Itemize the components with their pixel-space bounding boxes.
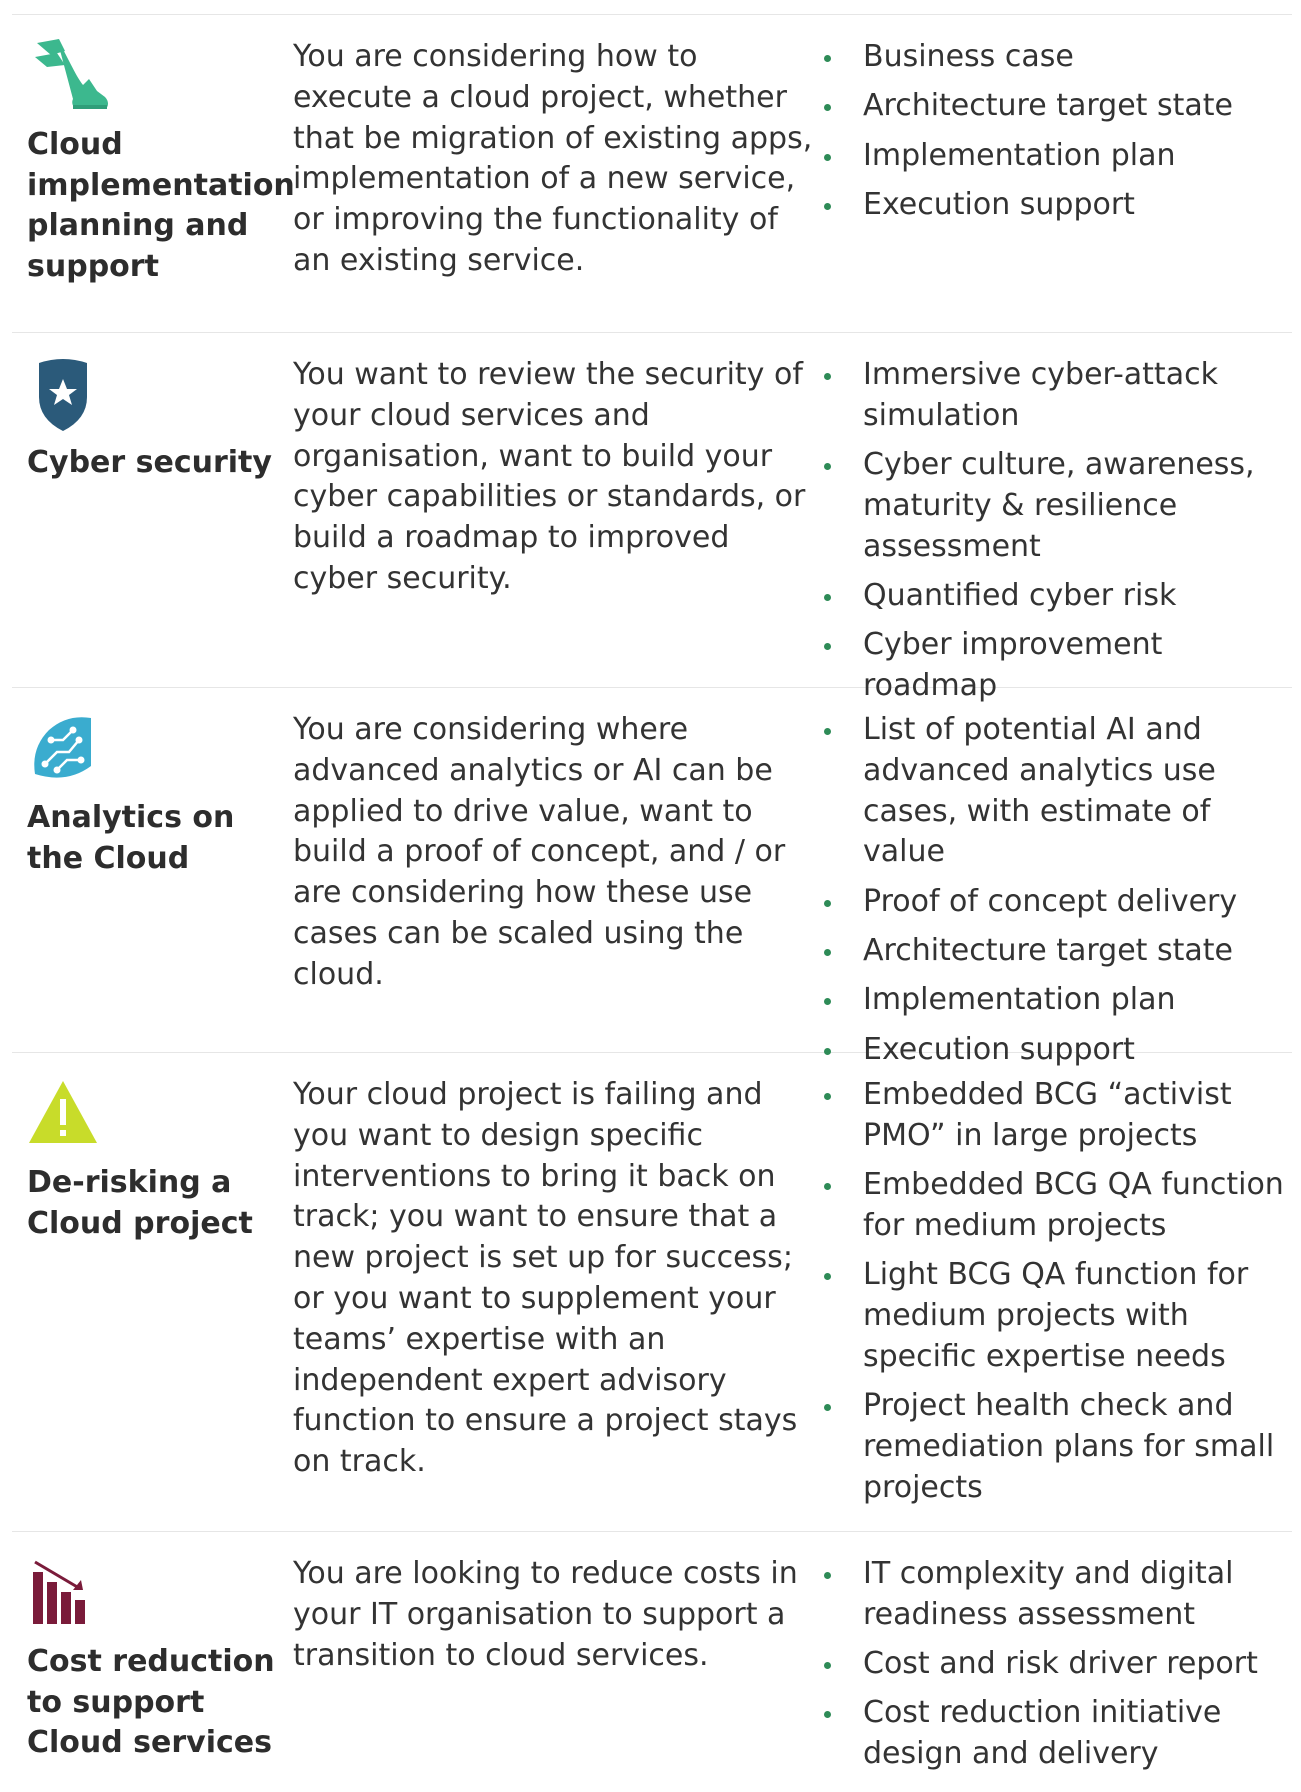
list-item: Project health check and remediation pla… — [816, 1386, 1292, 1508]
service-description: You are considering how to execute a clo… — [293, 39, 813, 278]
service-row-cyber-security: Cyber security You want to review the se… — [12, 333, 1292, 703]
list-item: Embedded BCG “activist PMO” in large pro… — [816, 1075, 1292, 1157]
service-title: Cyber security — [27, 445, 272, 480]
list-item: Execution support — [816, 185, 1292, 226]
service-title: Cost reduction to support Cloud services — [27, 1644, 275, 1760]
services-table: Cloud implementation planning and suppor… — [12, 14, 1292, 1777]
service-description: You are looking to reduce costs in your … — [293, 1556, 798, 1673]
list-item: Proof of concept delivery — [816, 882, 1292, 923]
service-row-cloud-implementation: Cloud implementation planning and suppor… — [12, 15, 1292, 333]
service-row-de-risking: De-risking a Cloud project Your cloud pr… — [12, 1053, 1292, 1532]
list-item: Implementation plan — [816, 980, 1292, 1021]
list-item: Execution support — [816, 1030, 1292, 1071]
deliverables-list: Business case Architecture target state … — [816, 37, 1292, 226]
list-item: Cyber improvement roadmap — [816, 625, 1292, 707]
list-item: Architecture target state — [816, 931, 1292, 972]
list-item: Quantified cyber risk — [816, 576, 1292, 617]
service-title: Analytics on the Cloud — [27, 800, 235, 876]
service-heading-cell: Cloud implementation planning and suppor… — [12, 15, 295, 332]
list-item: IT complexity and digital readiness asse… — [816, 1554, 1292, 1636]
list-item: Immersive cyber-attack simulation — [816, 355, 1292, 437]
list-item: List of potential AI and advanced analyt… — [816, 710, 1292, 873]
service-heading-cell: Cyber security — [12, 333, 276, 687]
service-description: You are considering where advanced analy… — [293, 712, 786, 992]
service-heading-cell: Cost reduction to support Cloud services — [12, 1532, 276, 1777]
list-item: Cost and risk driver report — [816, 1644, 1292, 1685]
declining-bar-chart-icon — [33, 1560, 85, 1624]
deliverables-cell: Embedded BCG “activist PMO” in large pro… — [816, 1053, 1292, 1531]
deliverables-cell: List of potential AI and advanced analyt… — [816, 688, 1292, 1067]
list-item: Cost reduction initiative design and del… — [816, 1693, 1292, 1775]
service-title: De-risking a Cloud project — [27, 1165, 253, 1241]
deliverables-cell: Immersive cyber-attack simulation Cyber … — [816, 333, 1292, 703]
warning-triangle-icon — [29, 1081, 97, 1143]
list-item: Implementation plan — [816, 136, 1292, 177]
circuit-brain-icon — [34, 717, 91, 778]
service-title: Cloud implementation planning and suppor… — [27, 127, 295, 284]
service-row-analytics: Analytics on the Cloud You are consideri… — [12, 688, 1292, 1067]
shield-star-icon — [39, 359, 87, 431]
list-item: Architecture target state — [816, 86, 1292, 127]
service-row-cost-reduction: Cost reduction to support Cloud services… — [12, 1532, 1292, 1777]
deliverables-list: Embedded BCG “activist PMO” in large pro… — [816, 1075, 1292, 1508]
deliverables-cell: Business case Architecture target state … — [816, 15, 1292, 332]
list-item: Embedded BCG QA function for medium proj… — [816, 1165, 1292, 1247]
deliverables-cell: IT complexity and digital readiness asse… — [816, 1532, 1292, 1777]
deliverables-list: IT complexity and digital readiness asse… — [816, 1554, 1292, 1775]
service-description: You want to review the security of your … — [293, 357, 806, 596]
list-item: Cyber culture, awareness, maturity & res… — [816, 445, 1292, 567]
service-description: Your cloud project is failing and you wa… — [293, 1077, 798, 1480]
service-heading-cell: Analytics on the Cloud — [12, 688, 276, 1052]
deliverables-list: Immersive cyber-attack simulation Cyber … — [816, 355, 1292, 707]
list-item: Business case — [816, 37, 1292, 78]
deliverables-list: List of potential AI and advanced analyt… — [816, 710, 1292, 1070]
service-heading-cell: De-risking a Cloud project — [12, 1053, 276, 1531]
list-item: Light BCG QA function for medium project… — [816, 1255, 1292, 1377]
running-shoe-icon — [35, 39, 108, 109]
